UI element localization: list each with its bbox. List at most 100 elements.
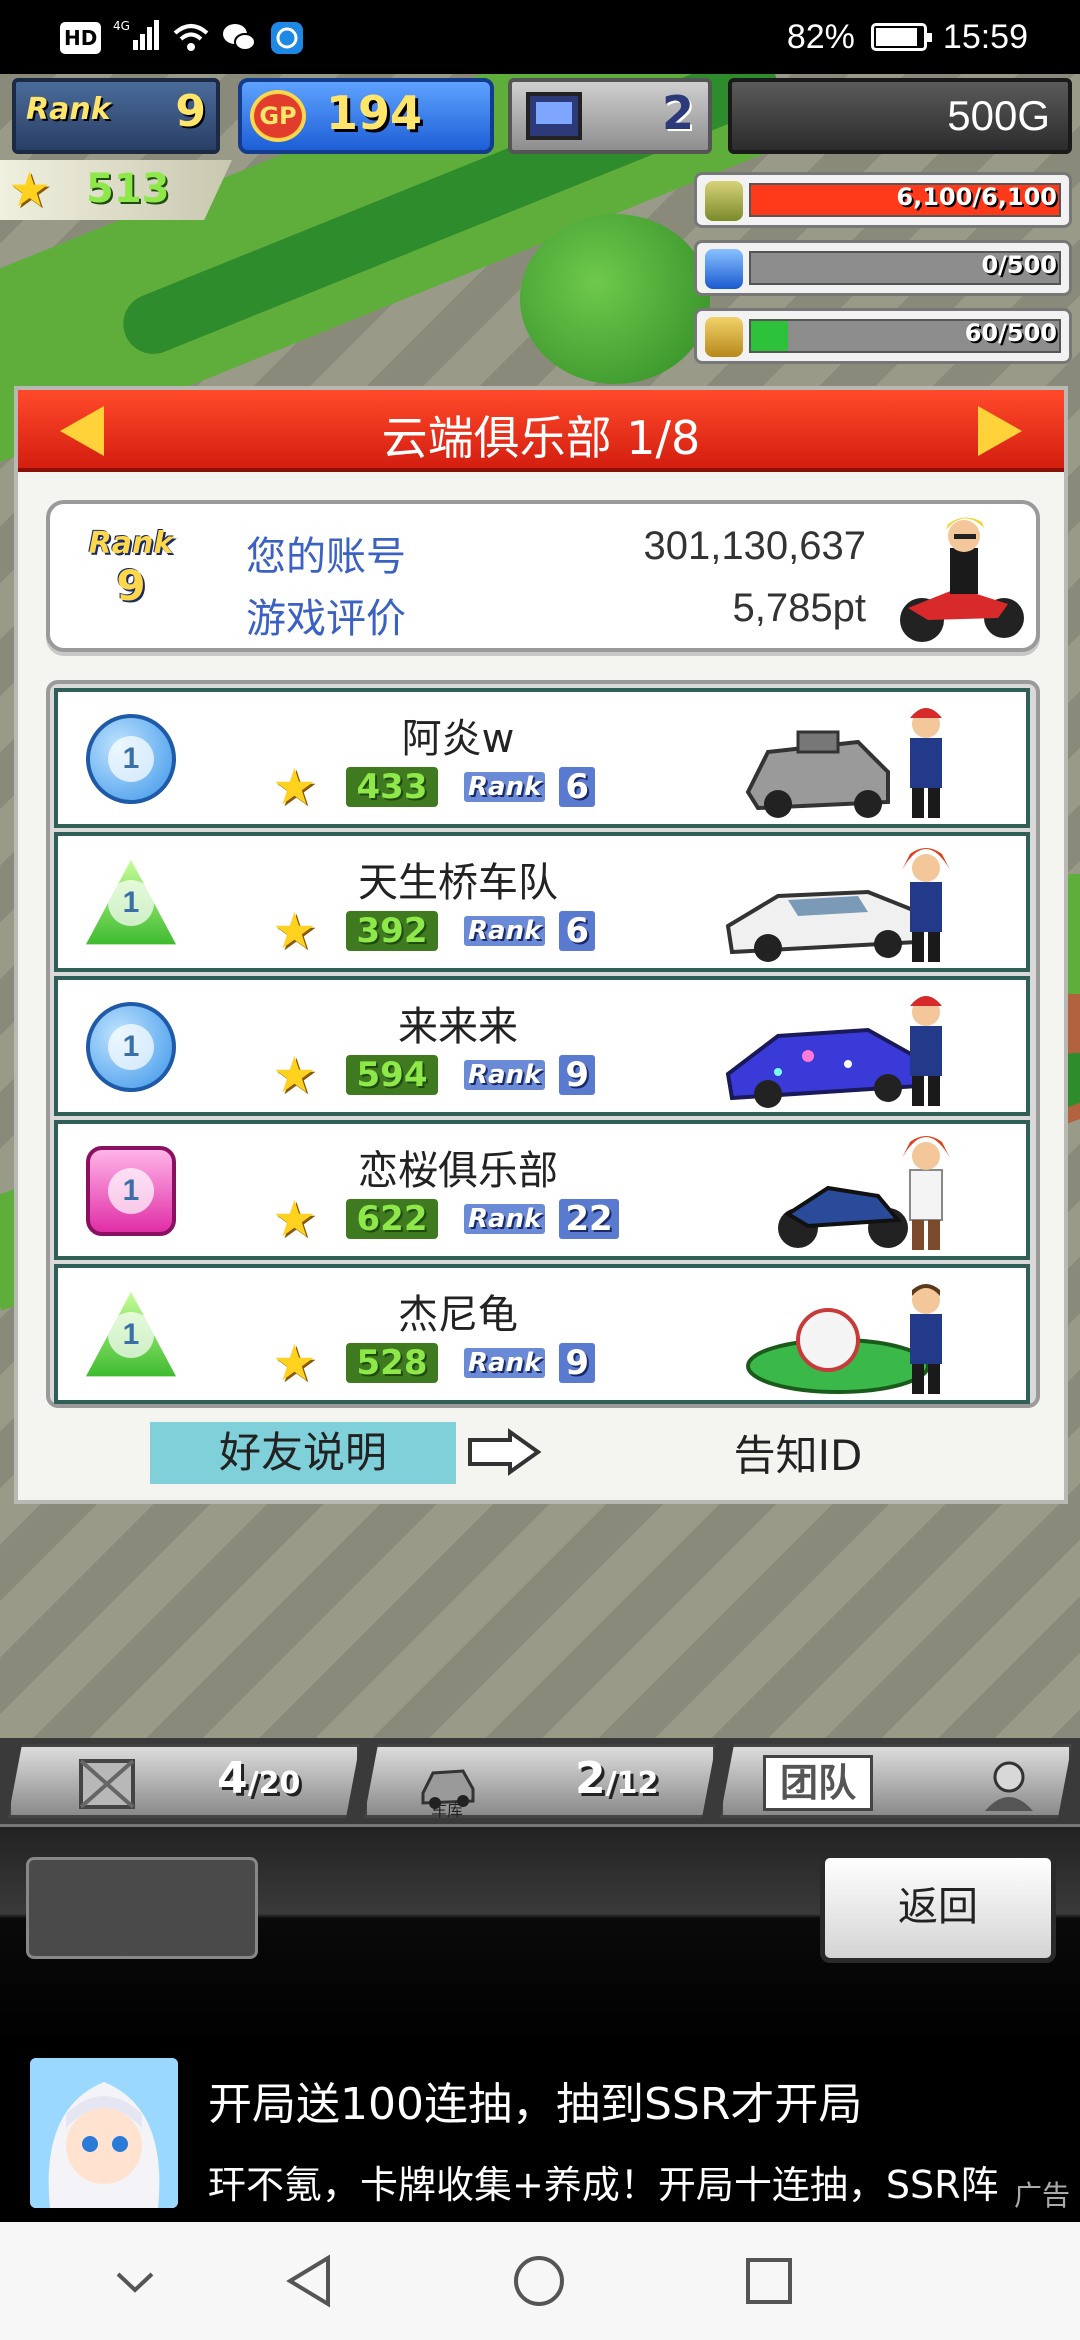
friend-row[interactable]: 1 恋桜俱乐部 ★ 622 Rank 22: [54, 1120, 1030, 1260]
star-icon: ★: [8, 162, 52, 218]
dialog-title: 云端俱乐部 1/8: [381, 411, 701, 465]
gp-display: GP 194: [238, 78, 494, 154]
ad-title: 开局送100连抽，抽到SSR才开局: [208, 2079, 863, 2130]
account-label: 您的账号: [246, 534, 406, 580]
friend-rank-label: Rank: [464, 1204, 546, 1234]
fame-value: 513: [86, 166, 170, 212]
gp-value: 194: [326, 86, 423, 140]
tab-storage[interactable]: 4/20: [8, 1744, 360, 1818]
medal-number: 1: [108, 736, 154, 782]
computer-icon: [526, 92, 582, 140]
star-icon: ★: [272, 1190, 317, 1248]
friend-stats: ★ 433 Rank 6: [272, 758, 596, 816]
svg-text:4G: 4G: [113, 19, 130, 33]
friend-rank-label: Rank: [464, 772, 546, 802]
dialog-header: 云端俱乐部 1/8: [18, 390, 1064, 472]
fuel-bar: 6,100/6,100: [694, 172, 1072, 228]
wechat-icon: [221, 21, 257, 55]
garage-count: 2/12: [575, 1753, 659, 1804]
friend-row[interactable]: 1 杰尼龟 ★ 528 Rank 9: [54, 1264, 1030, 1404]
friend-row[interactable]: 1 阿炎w ★ 433 Rank 6: [54, 688, 1030, 828]
friend-help-button[interactable]: 好友说明: [150, 1422, 456, 1484]
clock: 15:59: [942, 17, 1028, 56]
tab-garage[interactable]: 车库 2/12: [364, 1744, 716, 1818]
wheat-text: 60/500: [964, 319, 1057, 347]
friend-rank-value: 9: [559, 1055, 596, 1095]
back-triangle-icon[interactable]: [276, 2248, 342, 2314]
star-icon: ★: [272, 1334, 317, 1392]
medal-number: 1: [108, 880, 154, 926]
my-rank-badge: Rank 9: [86, 526, 176, 610]
crate-icon: [79, 1759, 135, 1809]
tree: [520, 214, 710, 384]
game-tab-bar: 4/20 车库 2/12 团队: [0, 1738, 1080, 1824]
battery-percent: 82%: [786, 17, 855, 56]
player-avatar: [900, 517, 1024, 642]
friend-points: 433: [346, 767, 438, 807]
account-value: 301,130,637: [643, 524, 866, 568]
status-bar: HD 4G 82% 15:59: [0, 0, 1080, 74]
back-button[interactable]: 返回: [820, 1853, 1056, 1963]
info-field: [26, 1857, 258, 1959]
ad-tag: 广告: [1013, 2179, 1070, 2212]
money-display: 500G: [728, 78, 1072, 154]
friend-name: 恋桜俱乐部: [358, 1148, 558, 1194]
friend-points: 528: [346, 1343, 438, 1383]
person-silhouette-icon: [985, 1761, 1033, 1811]
rank-value: 9: [175, 86, 206, 137]
tab-team[interactable]: 团队: [720, 1744, 1072, 1818]
medal-number: 1: [108, 1168, 154, 1214]
rating-label: 游戏评价: [246, 596, 406, 642]
medal-triangle-icon: 1: [86, 859, 176, 945]
status-right: 82% 15:59: [787, 14, 1028, 60]
pointing-hand-icon: [468, 1428, 542, 1476]
friend-stats: ★ 594 Rank 9: [272, 1046, 596, 1104]
app-notification-icon: [269, 21, 305, 55]
bottom-panel: 返回: [0, 1824, 1080, 2044]
collapse-chevron-icon[interactable]: [102, 2248, 168, 2314]
home-circle-icon[interactable]: [506, 2248, 572, 2314]
my-rank-value: 9: [116, 561, 146, 610]
friend-row[interactable]: 1 来来来 ★ 594 Rank 9: [54, 976, 1030, 1116]
water-bottle-icon: [705, 249, 743, 289]
my-account-card: Rank 9 您的账号 301,130,637 游戏评价 5,785pt: [46, 500, 1040, 652]
ad-description: 玕不氪，卡牌收集+养成！开局十连抽，SSR阵: [208, 2163, 999, 2207]
medal-triangle-icon: 1: [86, 1291, 176, 1377]
notify-id-button[interactable]: 告知ID: [678, 1426, 918, 1486]
wheat-bar: 60/500: [694, 308, 1072, 364]
friend-list: 1 阿炎w ★ 433 Rank 6 1 天生桥车队 ★ 392 Rank 6 …: [46, 680, 1040, 1408]
star-icon: ★: [272, 758, 317, 816]
signal-icon: 4G: [113, 18, 161, 59]
ad-banner[interactable]: 开局送100连抽，抽到SSR才开局 玕不氪，卡牌收集+养成！开局十连抽，SSR阵…: [0, 2044, 1080, 2222]
friend-rank-value: 22: [559, 1199, 619, 1239]
friend-points: 594: [346, 1055, 438, 1095]
friend-rank-label: Rank: [464, 916, 546, 946]
garage-label: 车库: [431, 1801, 464, 1820]
water-bar: 0/500: [694, 240, 1072, 296]
friend-row[interactable]: 1 天生桥车队 ★ 392 Rank 6: [54, 832, 1030, 972]
ad-thumbnail: [30, 2058, 178, 2208]
medal-number: 1: [108, 1312, 154, 1358]
water-text: 0/500: [981, 251, 1057, 279]
storage-count: 4/20: [217, 1753, 301, 1804]
medal-number: 1: [108, 1024, 154, 1070]
hd-badge: HD: [60, 22, 102, 54]
driver-cap-icon: [910, 996, 942, 1106]
fuel-text: 6,100/6,100: [896, 183, 1057, 211]
rating-value: 5,785pt: [732, 586, 866, 630]
friend-stats: ★ 392 Rank 6: [272, 902, 596, 960]
friend-rank-label: Rank: [464, 1348, 546, 1378]
medal-circle-icon: 1: [86, 1002, 176, 1092]
recent-apps-square-icon[interactable]: [736, 2248, 802, 2314]
friend-stats: ★ 622 Rank 22: [272, 1190, 619, 1248]
friends-dialog: 云端俱乐部 1/8 Rank 9 您的账号 301,130,637 游戏评价 5…: [14, 386, 1068, 1504]
gp-icon: GP: [250, 90, 306, 142]
friend-points: 392: [346, 911, 438, 951]
wifi-icon: [173, 21, 209, 55]
money-value: 500G: [947, 92, 1050, 139]
driver-feather-icon: [902, 1136, 950, 1250]
star-icon: ★: [272, 902, 317, 960]
driver-suit-icon: [910, 1284, 942, 1394]
computer-count: 2: [661, 86, 694, 140]
medal-square-icon: 1: [86, 1146, 176, 1236]
